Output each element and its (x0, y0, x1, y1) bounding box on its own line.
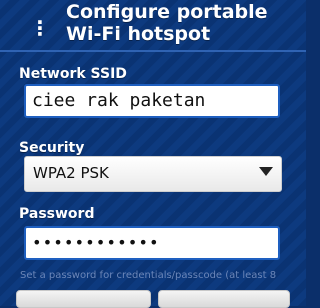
security-select-value: WPA2 PSK (33, 164, 109, 182)
ssid-label: Network SSID (19, 66, 127, 82)
info-icon: ⋮ (30, 16, 50, 40)
save-button[interactable] (158, 290, 290, 308)
title-divider (0, 50, 306, 52)
dropdown-arrow-icon (259, 167, 273, 176)
cancel-button[interactable] (16, 290, 151, 308)
dialog-title: Configure portable Wi-Fi hotspot (66, 1, 268, 45)
password-hint: Set a password for credentials/passcode … (20, 270, 277, 281)
password-label: Password (19, 206, 95, 222)
password-input[interactable]: •••••••••••• (24, 226, 280, 260)
security-label: Security (19, 140, 85, 156)
dialog-title-bar: ⋮ Configure portable Wi-Fi hotspot (0, 0, 306, 50)
ssid-input[interactable]: ciee rak paketan (24, 84, 280, 118)
security-select[interactable]: WPA2 PSK (24, 156, 282, 192)
